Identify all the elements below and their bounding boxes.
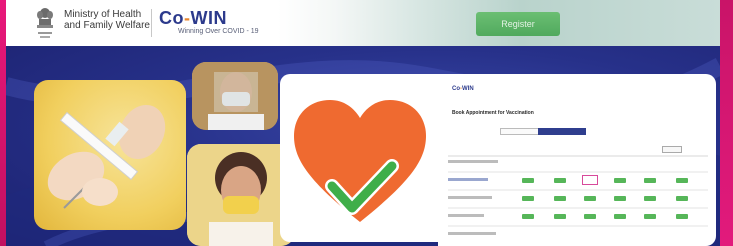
- slot-cell[interactable]: [614, 178, 626, 183]
- slot-cell[interactable]: [644, 196, 656, 201]
- cowin-logo-prefix: Co: [159, 8, 184, 28]
- slot-cell[interactable]: [614, 196, 626, 201]
- slot-cell[interactable]: [522, 196, 534, 201]
- slot-cell[interactable]: [554, 214, 566, 219]
- slot-cell[interactable]: [584, 214, 596, 219]
- slot-cell[interactable]: [554, 178, 566, 183]
- slot-cell[interactable]: [676, 214, 688, 219]
- slot-cell[interactable]: [676, 178, 688, 183]
- slot-cell[interactable]: [644, 178, 656, 183]
- app-screenshot: Co-WIN Book Appointment for Vaccination: [438, 74, 716, 246]
- page: Ministry of Health and Family Welfare Co…: [0, 0, 733, 246]
- header: Ministry of Health and Family Welfare Co…: [6, 0, 720, 46]
- heart-card: [280, 74, 440, 242]
- slot-cell[interactable]: [584, 196, 596, 201]
- slot-cell[interactable]: [644, 214, 656, 219]
- slot-cell[interactable]: [522, 214, 534, 219]
- slot-cell[interactable]: [676, 196, 688, 201]
- syringe-photo: [34, 80, 186, 230]
- slot-cell[interactable]: [554, 196, 566, 201]
- heart-with-checkmark-icon: [294, 100, 426, 222]
- man-with-face-shield-photo: [192, 62, 278, 130]
- national-emblem-icon: [37, 8, 53, 38]
- syringe-illustration: [47, 104, 166, 209]
- slot-cell[interactable]: [614, 214, 626, 219]
- ministry-name: Ministry of Health and Family Welfare: [64, 9, 154, 31]
- man-illustration: [192, 62, 278, 130]
- register-button[interactable]: Register: [476, 12, 560, 36]
- cowin-logo[interactable]: Co-WIN: [159, 8, 227, 29]
- right-pink-edge: [720, 0, 733, 246]
- woman-with-mask-photo: [187, 144, 295, 246]
- screenshot-slot-grid: [448, 155, 708, 235]
- hero-banner: Co-WIN Book Appointment for Vaccination: [6, 46, 720, 246]
- ministry-line-2: and Family Welfare: [64, 20, 150, 31]
- slot-cell[interactable]: [522, 178, 534, 183]
- slot-cell-selected[interactable]: [582, 175, 598, 185]
- ministry-line-1: Ministry of Health: [64, 9, 142, 20]
- tagline: Winning Over COVID - 19: [178, 28, 259, 35]
- header-divider: [151, 9, 152, 37]
- woman-illustration: [187, 144, 295, 246]
- cowin-logo-suffix: WIN: [190, 8, 227, 28]
